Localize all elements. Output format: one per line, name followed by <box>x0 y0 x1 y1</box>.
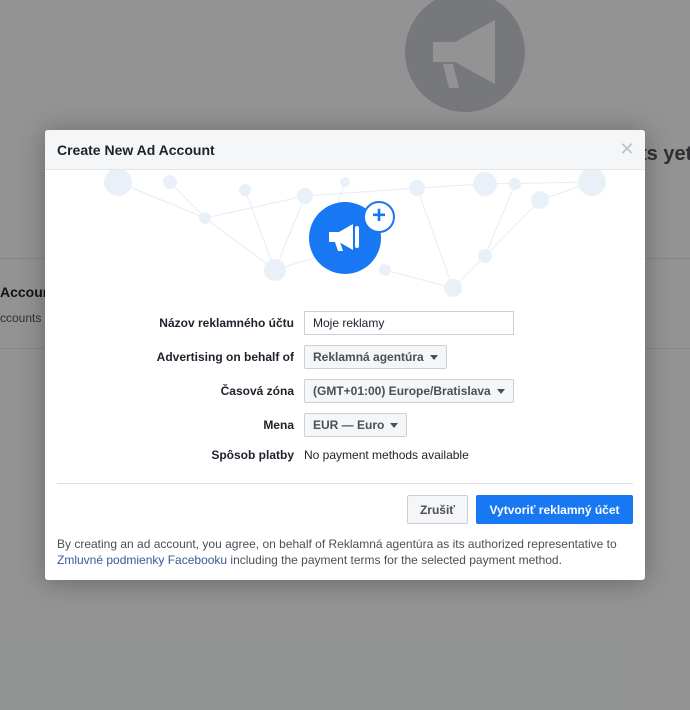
chevron-down-icon <box>429 354 438 360</box>
cancel-button[interactable]: Zrušiť <box>407 495 468 524</box>
currency-select-value: EUR — Euro <box>313 418 385 432</box>
legal-text-after: including the payment terms for the sele… <box>227 553 562 567</box>
chevron-down-icon <box>390 422 399 428</box>
dialog-hero: + <box>45 170 645 300</box>
currency-select[interactable]: EUR — Euro <box>304 413 408 437</box>
close-icon[interactable]: ✕ <box>619 140 635 158</box>
behalf-select[interactable]: Reklamná agentúra <box>304 345 447 369</box>
timezone-label: Časová zóna <box>220 384 294 398</box>
behalf-select-value: Reklamná agentúra <box>313 350 424 364</box>
account-name-input[interactable] <box>304 311 514 335</box>
dialog-header: Create New Ad Account <box>45 130 645 170</box>
add-badge-icon: + <box>363 201 395 233</box>
currency-label: Mena <box>263 418 294 432</box>
timezone-select-value: (GMT+01:00) Europe/Bratislava <box>313 384 491 398</box>
payment-value: No payment methods available <box>304 448 469 462</box>
create-ad-account-dialog: Create New Ad Account ✕ + Názov reklamné… <box>45 130 645 580</box>
payment-row: Spôsob platby No payment methods availab… <box>45 443 645 467</box>
behalf-row: Advertising on behalf of Reklamná agentú… <box>45 345 645 369</box>
timezone-select[interactable]: (GMT+01:00) Europe/Bratislava <box>304 379 514 403</box>
footer-divider <box>57 483 633 484</box>
payment-label: Spôsob platby <box>211 448 294 462</box>
create-account-button[interactable]: Vytvoriť reklamný účet <box>476 495 633 524</box>
timezone-row: Časová zóna (GMT+01:00) Europe/Bratislav… <box>45 379 645 403</box>
legal-text-before: By creating an ad account, you agree, on… <box>57 537 617 551</box>
legal-notice: By creating an ad account, you agree, on… <box>57 536 637 568</box>
behalf-label: Advertising on behalf of <box>156 350 294 364</box>
terms-link[interactable]: Zmluvné podmienky Facebooku <box>57 553 227 567</box>
account-name-row: Názov reklamného účtu <box>45 311 645 335</box>
chevron-down-icon <box>496 388 505 394</box>
account-name-label: Názov reklamného účtu <box>159 316 294 330</box>
currency-row: Mena EUR — Euro <box>45 413 645 437</box>
dialog-title: Create New Ad Account <box>57 141 215 158</box>
